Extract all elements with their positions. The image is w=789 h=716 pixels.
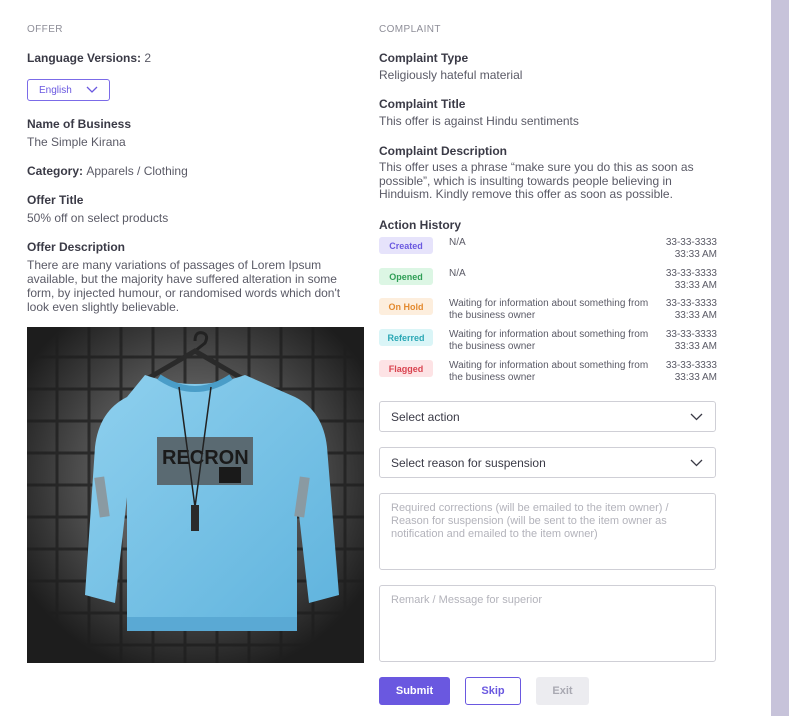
history-date: 33-33-3333 (665, 237, 717, 248)
status-badge-flagged: Flagged (379, 360, 433, 377)
history-timestamp: 33-33-3333 33:33 AM (666, 237, 717, 260)
status-badge-opened: Opened (379, 268, 433, 285)
suspension-reason-select[interactable]: Select reason for suspension (379, 447, 716, 478)
history-date: 33-33-3333 (665, 329, 717, 340)
history-note: Waiting for information about something … (449, 298, 649, 321)
offer-section-label: OFFER (27, 24, 63, 35)
business-name: The Simple Kirana (27, 135, 126, 149)
offer-description-label: Offer Description (27, 240, 126, 254)
offer-title-label: Offer Title (27, 193, 84, 207)
exit-button[interactable]: Exit (536, 677, 589, 705)
sweatshirt-illustration: RECRON (27, 327, 364, 663)
chevron-down-icon (690, 413, 703, 421)
complaint-description-label: Complaint Description (379, 144, 508, 158)
action-select[interactable]: Select action (379, 401, 716, 432)
history-row: Flagged Waiting for information about so… (379, 360, 717, 388)
status-badge-created: Created (379, 237, 433, 254)
chevron-down-icon (86, 86, 98, 93)
remark-textarea[interactable]: Remark / Message for superior (379, 585, 716, 662)
category: Category: Apparels / Clothing (27, 164, 188, 178)
status-badge-on-hold: On Hold (379, 298, 433, 315)
corrections-placeholder: Required corrections (will be emailed to… (391, 502, 669, 540)
chevron-down-icon (690, 459, 703, 467)
language-select-value: English (39, 84, 72, 96)
remark-placeholder: Remark / Message for superior (391, 594, 542, 606)
history-row: Referred Waiting for information about s… (379, 329, 717, 357)
action-history-label: Action History (379, 218, 462, 232)
history-note: Waiting for information about something … (449, 329, 649, 352)
history-row: Created N/A 33-33-3333 33:33 AM (379, 237, 717, 265)
category-value: Apparels / Clothing (86, 164, 188, 178)
corrections-textarea[interactable]: Required corrections (will be emailed to… (379, 493, 716, 570)
history-note: N/A (449, 237, 466, 248)
action-select-value: Select action (391, 410, 460, 424)
language-versions-label: Language Versions: (27, 51, 142, 65)
history-time: 33:33 AM (674, 371, 717, 383)
history-timestamp: 33-33-3333 33:33 AM (666, 329, 717, 352)
skip-button[interactable]: Skip (465, 677, 521, 705)
history-timestamp: 33-33-3333 33:33 AM (666, 298, 717, 321)
complaint-title-label: Complaint Title (379, 97, 466, 111)
category-label: Category: (27, 164, 84, 178)
complaint-description: This offer uses a phrase “make sure you … (379, 160, 694, 201)
action-history-list: Created N/A 33-33-3333 33:33 AM Opened N/… (379, 237, 717, 387)
complaint-type: Religiously hateful material (379, 68, 523, 82)
history-date: 33-33-3333 (665, 298, 717, 309)
history-row: Opened N/A 33-33-3333 33:33 AM (379, 268, 717, 296)
history-date: 33-33-3333 (665, 268, 717, 279)
language-versions-count: 2 (144, 51, 152, 65)
history-time: 33:33 AM (674, 309, 717, 321)
business-name-label: Name of Business (27, 117, 132, 131)
history-note: Waiting for information about something … (449, 360, 649, 383)
offer-product-image: RECRON (27, 327, 364, 663)
submit-button[interactable]: Submit (379, 677, 450, 705)
history-time: 33:33 AM (674, 340, 717, 352)
history-time: 33:33 AM (674, 248, 717, 260)
history-timestamp: 33-33-3333 33:33 AM (666, 268, 717, 291)
suspension-reason-select-value: Select reason for suspension (391, 456, 546, 470)
offer-title: 50% off on select products (27, 211, 169, 225)
history-note: N/A (449, 268, 466, 279)
shirt-print-text: RECRON (162, 447, 249, 469)
language-select[interactable]: English (27, 79, 110, 101)
complaint-section-label: COMPLAINT (379, 24, 441, 35)
history-date: 33-33-3333 (665, 360, 717, 371)
offer-description: There are many variations of passages of… (27, 258, 341, 314)
complaint-title: This offer is against Hindu sentiments (379, 114, 579, 128)
history-time: 33:33 AM (674, 279, 717, 291)
complaint-type-label: Complaint Type (379, 51, 469, 65)
history-timestamp: 33-33-3333 33:33 AM (666, 360, 717, 383)
history-row: On Hold Waiting for information about so… (379, 298, 717, 326)
right-scroll-rail (771, 0, 789, 716)
status-badge-referred: Referred (379, 329, 433, 346)
language-versions: Language Versions: 2 (27, 51, 151, 65)
